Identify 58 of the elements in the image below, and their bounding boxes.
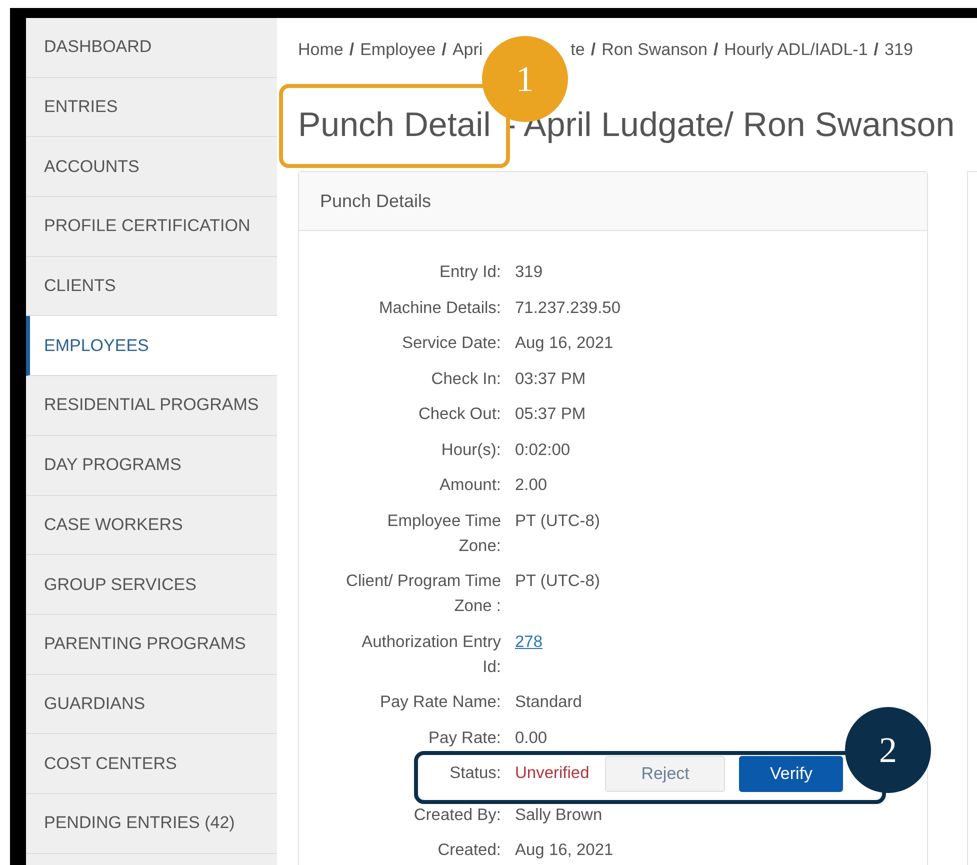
sidebar-item[interactable]: GROUP SERVICES bbox=[26, 555, 277, 615]
field-value: 05:37 PM bbox=[515, 404, 586, 426]
breadcrumb-link[interactable]: Home bbox=[298, 40, 344, 60]
sidebar-item[interactable]: DAY PROGRAMS bbox=[26, 436, 277, 496]
field-label: Check Out: bbox=[418, 405, 501, 424]
sidebar-item[interactable]: ACCOUNTS bbox=[26, 137, 277, 198]
breadcrumb-separator: / bbox=[713, 40, 718, 60]
breadcrumb-link[interactable]: Hourly ADL/IADL-1 bbox=[724, 40, 868, 60]
field-label: Check In: bbox=[431, 370, 501, 388]
field-value: 319 bbox=[515, 262, 543, 284]
field-label: Client/ Program Time Zone : bbox=[346, 572, 501, 616]
field-label: Pay Rate Name: bbox=[380, 693, 501, 712]
field-label: Created: bbox=[438, 841, 501, 860]
field-label: Authorization Entry Id: bbox=[362, 632, 501, 676]
field-value: PT (UTC-8) bbox=[515, 571, 600, 592]
field-value: Standard bbox=[515, 692, 582, 714]
field-label: Employee Time Zone: bbox=[387, 512, 501, 555]
breadcrumb-link[interactable]: Employee bbox=[360, 40, 436, 60]
breadcrumb-link[interactable]: 319 bbox=[884, 40, 913, 60]
sidebar-item[interactable]: ENTRIES bbox=[26, 78, 277, 138]
sidebar-item[interactable]: RESIDENTIAL PROGRAMS bbox=[26, 376, 277, 436]
breadcrumb-separator: / bbox=[442, 40, 446, 60]
reject-button[interactable]: Reject bbox=[605, 756, 726, 792]
field-value: PT (UTC-8) bbox=[515, 510, 600, 532]
breadcrumb-separator: / bbox=[349, 40, 354, 60]
sidebar-item[interactable]: PROFILE CERTIFICATION bbox=[26, 197, 277, 257]
panel-title: Punch Details bbox=[299, 172, 927, 231]
field-value: Aug 16, 2021 bbox=[515, 333, 614, 354]
entry-link[interactable]: 278 bbox=[515, 630, 543, 655]
sidebar-item[interactable]: EMPLOYEES bbox=[26, 316, 277, 376]
field-value: 2.00 bbox=[515, 475, 548, 496]
sidebar-item[interactable]: GUARDIANS bbox=[26, 674, 277, 734]
status-text: Unverified bbox=[515, 763, 590, 784]
field-label: Status: bbox=[450, 764, 501, 782]
sidebar-item[interactable]: PARENTING PROGRAMS bbox=[26, 614, 277, 675]
sidebar-item[interactable]: DASHBOARD bbox=[26, 18, 277, 78]
breadcrumb-link[interactable]: Ron Swanson bbox=[602, 40, 708, 60]
breadcrumb-separator: / bbox=[590, 40, 596, 60]
sidebar-item[interactable]: CASE WORKERS bbox=[26, 496, 277, 556]
field-label: Entry Id: bbox=[440, 263, 501, 282]
sidebar-item[interactable]: PENDING ENTRIES (42) bbox=[26, 794, 277, 854]
field-value: Aug 16, 2021 bbox=[515, 840, 614, 862]
field-value: 0.00 bbox=[515, 728, 548, 749]
field-value: 03:37 PM bbox=[515, 368, 586, 390]
verify-button[interactable]: Verify bbox=[739, 756, 844, 792]
field-label: Created By: bbox=[414, 806, 501, 824]
sidebar-item[interactable]: COST CENTERS bbox=[26, 734, 277, 794]
field-label: Hour(s): bbox=[441, 440, 501, 459]
field-label: Pay Rate: bbox=[428, 728, 501, 747]
breadcrumb-separator: / bbox=[874, 40, 879, 60]
breadcrumb-link[interactable]: Apri bbox=[452, 40, 483, 60]
field-label: Service Date: bbox=[402, 334, 501, 352]
breadcrumb-link[interactable]: te bbox=[570, 40, 585, 60]
field-value: 71.237.239.50 bbox=[515, 298, 621, 319]
field-label: Amount: bbox=[440, 476, 501, 494]
field-value: 0:02:00 bbox=[515, 440, 570, 461]
field-value: Sally Brown bbox=[515, 804, 602, 826]
field-label: Machine Details: bbox=[379, 298, 501, 317]
